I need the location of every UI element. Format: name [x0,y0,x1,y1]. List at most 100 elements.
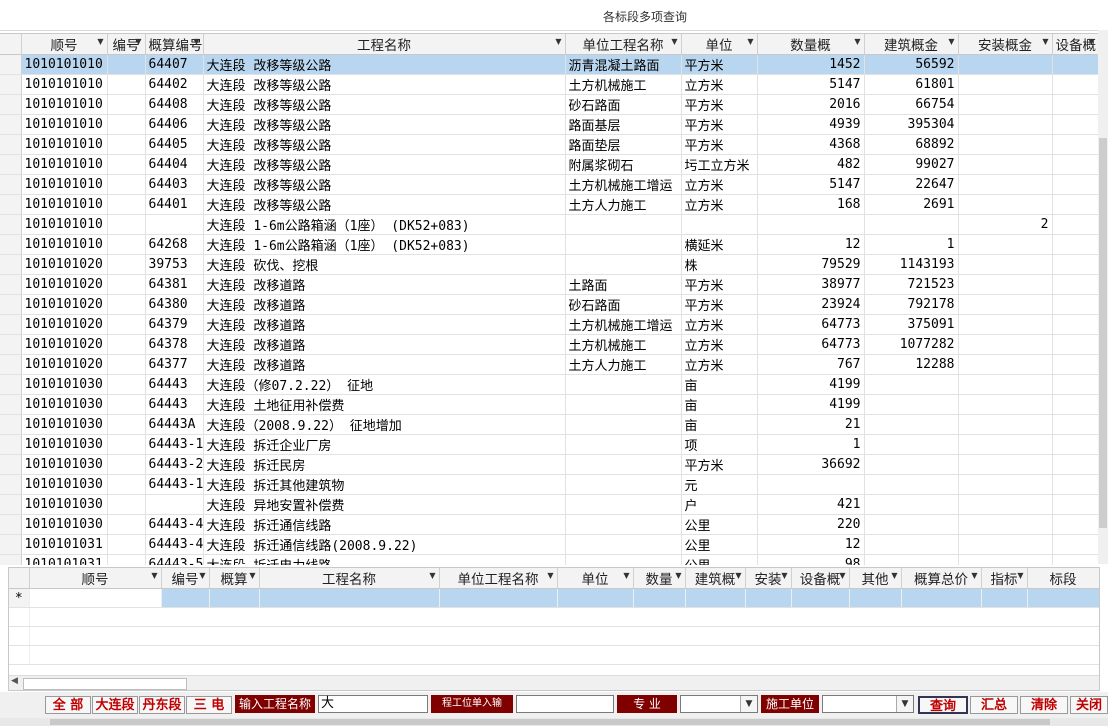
cell-gaisuan[interactable]: 64408 [145,94,204,115]
cell-shunhao[interactable]: 1010101010 [21,234,108,255]
row-selector[interactable] [0,274,22,295]
cell-install[interactable] [958,74,1053,95]
cell-install[interactable] [958,314,1053,335]
cell-qty[interactable] [757,474,865,495]
cell-equip[interactable] [1052,134,1098,155]
cell-build[interactable]: 1 [864,234,959,255]
cell-shunhao[interactable]: 1010101030 [21,494,108,515]
cell-shunhao[interactable]: 1010101030 [21,414,108,435]
cell-equip[interactable] [1052,554,1098,565]
cell-shunhao[interactable]: 1010101030 [21,514,108,535]
cell-equip[interactable] [1052,374,1098,395]
row-selector[interactable] [0,54,22,75]
cell-build[interactable]: 375091 [864,314,959,335]
cell-qty[interactable]: 4368 [757,134,865,155]
cell-name[interactable]: 大连段 1-6m公路箱涵（1座） (DK52+083) [203,234,566,255]
table-row[interactable]: 1010101030 64443-1 大连段 拆迁其他建筑物 元 [0,474,1098,495]
row-selector[interactable] [0,314,22,335]
cell-bianhao[interactable] [107,394,146,415]
specialty-select[interactable]: ▼ [680,695,758,713]
cell-unit[interactable]: 亩 [681,394,758,415]
cell-equip[interactable] [1052,314,1098,335]
cell-shunhao[interactable]: 1010101031 [21,554,108,565]
cell-shunhao[interactable]: 1010101010 [21,114,108,135]
cell-name[interactable]: 大连段 拆迁电力线路 [203,554,566,565]
col-header-unit[interactable]: 单位 ▼ [681,34,758,55]
cell-unit[interactable]: 亩 [681,414,758,435]
table-row[interactable]: 1010101030 64443-2 大连段 拆迁民房 平方米 36692 [0,454,1098,475]
cell-build[interactable] [864,414,959,435]
cell-gaisuan[interactable]: 64443 [145,374,204,395]
cell-install[interactable] [958,114,1053,135]
row-selector[interactable] [0,494,22,515]
row-selector[interactable] [0,114,22,135]
cell-name[interactable]: 大连段 改移等级公路 [203,74,566,95]
table-row[interactable]: 1010101010 64404 大连段 改移等级公路 附属浆砌石 圬工立方米 482 99… [0,154,1098,175]
cell-name[interactable]: 大连段 拆迁通信线路(2008.9.22) [203,534,566,555]
cell-bianhao[interactable] [107,334,146,355]
sub-grid[interactable]: 顺号 ▼ 编号 ▼ 概算 ▼ 工程名称 ▼ 单位工程名称 ▼ 单位 ▼ 数量 ▼ 建筑概 ▼ 安… [8,567,1100,691]
cell-gaisuan[interactable]: 64377 [145,354,204,375]
cell-qty[interactable]: 1452 [757,54,865,75]
cell-bianhao[interactable] [107,234,146,255]
cell-name[interactable]: 大连段 拆迁企业厂房 [203,434,566,455]
sub-col-header-section[interactable]: 标段 [1027,568,1099,589]
col-header-install-cost[interactable]: 安装概金 ▼ [958,34,1053,55]
col-header-bianhao[interactable]: 编号 ▼ [107,34,146,55]
col-header-shunhao[interactable]: 顺号 ▼ [21,34,108,55]
cell-unit_name[interactable]: 土方人力施工 [565,354,682,375]
cell-qty[interactable]: 12 [757,234,865,255]
sub-cell[interactable] [901,588,982,608]
sub-col-header-shunhao[interactable]: 顺号 ▼ [29,568,162,589]
table-row[interactable]: 1010101031 64443-4 大连段 拆迁通信线路(2008.9.22) 公里… [0,534,1098,555]
cell-qty[interactable]: 4199 [757,394,865,415]
cell-bianhao[interactable] [107,214,146,235]
col-header-quantity[interactable]: 数量概 ▼ [757,34,865,55]
cell-unit_name[interactable]: 路面基层 [565,114,682,135]
table-row[interactable]: 1010101020 39753 大连段 砍伐、挖根 株 79529 1143193 [0,254,1098,275]
sub-cell[interactable] [209,588,260,608]
cell-shunhao[interactable]: 1010101030 [21,374,108,395]
cell-unit_name[interactable] [565,454,682,475]
cell-gaisuan[interactable]: 39753 [145,254,204,275]
table-row[interactable]: 1010101010 64402 大连段 改移等级公路 土方机械施工 立方米 5147 61… [0,74,1098,95]
cell-equip[interactable] [1052,434,1098,455]
cell-equip[interactable] [1052,494,1098,515]
col-header-build-cost[interactable]: 建筑概金 ▼ [864,34,959,55]
cell-equip[interactable] [1052,474,1098,495]
cell-build[interactable]: 792178 [864,294,959,315]
cell-equip[interactable] [1052,334,1098,355]
cell-bianhao[interactable] [107,74,146,95]
cell-install[interactable] [958,494,1053,515]
cell-unit[interactable]: 平方米 [681,94,758,115]
col-header-project-name[interactable]: 工程名称 ▼ [203,34,566,55]
sub-col-header-bianhao[interactable]: 编号 ▼ [161,568,210,589]
cell-equip[interactable] [1052,534,1098,555]
cell-shunhao[interactable]: 1010101030 [21,434,108,455]
cell-install[interactable] [958,414,1053,435]
cell-bianhao[interactable] [107,254,146,275]
sub-new-row[interactable]: * [9,588,1099,608]
window-horizontal-scrollbar[interactable] [0,718,1108,726]
cell-equip[interactable] [1052,174,1098,195]
sub-col-header-install[interactable]: 安装 ▼ [745,568,792,589]
cell-name[interactable]: 大连段（修07.2.22） 征地 [203,374,566,395]
cell-unit[interactable]: 平方米 [681,54,758,75]
table-row[interactable]: 1010101030 64443-1 大连段 拆迁企业厂房 项 1 [0,434,1098,455]
row-selector[interactable] [0,434,22,455]
main-grid[interactable]: 顺号 ▼ 编号 ▼ 概算编号 ▼ 工程名称 ▼ 单位工程名称 ▼ 单位 ▼ 数量概 ▼ 建筑概… [0,33,1098,565]
cell-build[interactable] [864,214,959,235]
cell-unit[interactable]: 立方米 [681,334,758,355]
all-button[interactable]: 全 部 [45,696,91,714]
sub-col-header-index[interactable]: 指标 ▼ [981,568,1028,589]
cell-qty[interactable] [757,214,865,235]
cell-qty[interactable]: 12 [757,534,865,555]
cell-gaisuan[interactable]: 64268 [145,234,204,255]
cell-equip[interactable] [1052,194,1098,215]
cell-shunhao[interactable]: 1010101020 [21,314,108,335]
table-row[interactable]: 1010101031 64443-5大连段 拆迁电力线路 公里98 [0,554,1098,565]
col-header-unit-project-name[interactable]: 单位工程名称 ▼ [565,34,682,55]
cell-unit_name[interactable] [565,474,682,495]
cell-unit[interactable]: 横延米 [681,234,758,255]
cell-build[interactable] [864,474,959,495]
